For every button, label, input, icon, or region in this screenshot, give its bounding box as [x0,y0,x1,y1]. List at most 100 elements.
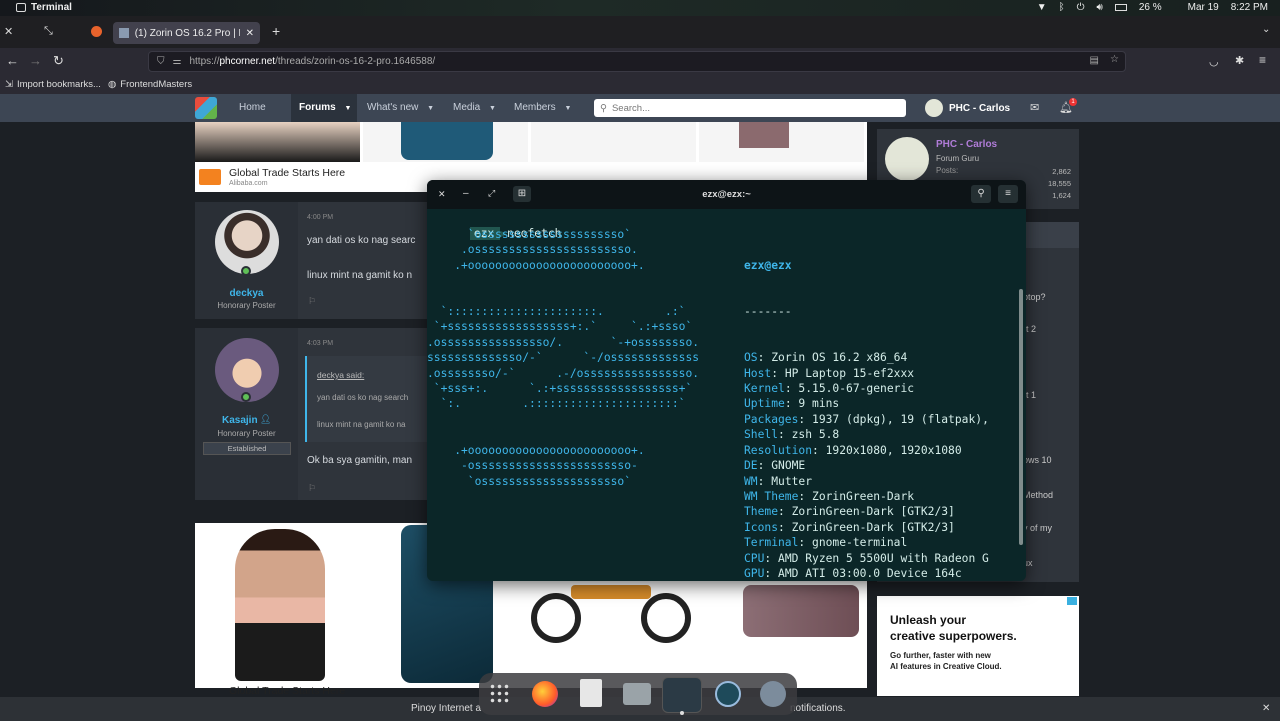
reader-view-icon[interactable]: ▤ [1090,55,1099,66]
post-line: yan dati os ko nag searc [307,235,416,246]
sysinfo-key: DE [744,459,758,473]
tab-active[interactable]: (1) Zorin OS 16.2 Pro | Pinc ✕ [113,22,260,44]
report-flag-icon[interactable]: ⚐ [308,296,316,307]
terminal-header[interactable]: ✕ – ⤢ ⊞ ezx@ezx:~ ⚲ ≡ [427,180,1026,209]
sysinfo-value: ZorinGreen-Dark [GTK2/3] [791,520,955,534]
url-text[interactable]: https://phcorner.net/threads/zorin-os-16… [189,56,435,67]
sysinfo-key: Host [744,366,772,380]
firefox-icon[interactable] [532,681,558,707]
post-author-role: Honorary Poster [217,301,276,310]
firefox-view-icon[interactable] [91,26,102,37]
back-icon[interactable]: ← [6,53,19,68]
sysinfo-row: Resolution: 1920x1080, 1920x1080 [744,443,962,457]
logo-line: .osssssssssssssssssssssso. [427,243,638,257]
logo-line [427,427,699,442]
logo-line: .ossssssssssssssso/. `-+ossssssso. [427,335,700,349]
bookmark-star-icon[interactable]: ☆ [1110,54,1119,65]
sysinfo-value: 1937 (dpkg), 19 (flatpak), [812,412,989,426]
dock [479,673,797,715]
bookmark-import[interactable]: ⇲ Import bookmarks... [5,79,101,90]
logo-line: `osssssssssssssssssssso` [427,228,632,241]
ad-choices-icon[interactable] [1067,597,1077,605]
search-icon[interactable]: ⚲ [971,185,991,203]
terminal-scrollbar[interactable] [1019,289,1023,545]
quote-author[interactable]: deckya said: [317,370,364,380]
sysinfo-value: Zorin OS 16.2 x86_64 [771,351,908,365]
files-icon[interactable] [623,683,651,705]
menu-icon[interactable]: ≡ [1259,53,1266,67]
reload-icon[interactable]: ↻ [53,53,64,69]
nav-forums[interactable]: Forums ▼ [291,94,357,122]
cloud-app-icon[interactable] [715,681,741,707]
bookmarks-bar: ⇲ Import bookmarks... ◍ FrontendMasters [0,76,1280,94]
active-app[interactable]: Terminal [16,2,72,13]
close-tab-icon[interactable]: ✕ [246,28,254,39]
sidebar-username[interactable]: PHC - Carlos [936,139,997,150]
post-author[interactable]: Kasajin [222,415,258,426]
forward-icon[interactable]: → [29,53,42,68]
nav-members[interactable]: Members ▼ [514,94,571,122]
promo-ad[interactable]: Unleash your creative superpowers. Go fu… [877,596,1079,696]
sysinfo-key: Resolution [744,443,813,457]
terminal-window[interactable]: ✕ – ⤢ ⊞ ezx@ezx:~ ⚲ ≡ ezx ▶neofetch `osss… [427,180,1026,581]
sysinfo-key: Packages [744,412,799,426]
site-logo[interactable] [195,97,217,119]
system-tray[interactable]: ▼ ᛒ ⏻ 🔊︎ 26 % Mar 19 8:22 PM [1037,2,1268,13]
account-menu[interactable]: PHC - Carlos [925,99,1010,117]
logo-line: `osssssssssssssssssssso` [427,474,632,488]
logo-line: `::::::::::::::::::::::. .:` [427,305,686,319]
settings-icon[interactable] [760,681,786,707]
site-search[interactable]: ⚲ Search... [594,99,906,117]
chevron-down-icon: ▼ [489,105,496,112]
clock-date[interactable]: Mar 19 [1188,2,1219,13]
messages-icon[interactable]: ✉ [1030,101,1039,114]
thread-link-fragment[interactable]: ptop? [1023,292,1046,302]
pocket-icon[interactable]: ◡ [1209,55,1219,68]
bookmark-frontendmasters[interactable]: ◍ FrontendMasters [108,79,192,90]
avatar[interactable] [215,210,279,274]
nav-media[interactable]: Media ▼ [453,94,496,122]
close-icon[interactable]: ✕ [1262,697,1270,721]
new-tab-icon[interactable]: + [272,23,280,39]
extensions-icon[interactable]: ✱ [1235,54,1244,67]
quote-line: linux mint na gamit ko na [317,420,406,429]
clock-time[interactable]: 8:22 PM [1231,2,1268,13]
avatar[interactable] [885,137,929,181]
post-author[interactable]: deckya [195,288,298,299]
sysinfo-row: WM: Mutter [744,474,813,488]
thread-link-fragment[interactable]: y of my [1023,523,1052,533]
tab-title: (1) Zorin OS 16.2 Pro | Pinc [134,27,240,39]
post-time[interactable]: 4:03 PM [307,340,333,347]
text-editor-icon[interactable] [580,679,602,707]
promo-headline: creative superpowers. [890,629,1017,643]
post-reply: Ok ba sya gamitin, man [307,455,413,466]
terminal-content[interactable]: ezx ▶neofetch `osssssssssssssssssssso` .o… [427,209,1026,581]
collapse-icon[interactable]: ⤡ [44,25,53,38]
bookmark-label: FrontendMasters [120,79,193,90]
post-time[interactable]: 4:00 PM [307,214,333,221]
thread-link-fragment[interactable]: ows 10 [1023,455,1052,465]
thread-link-fragment[interactable]: Method [1023,490,1053,500]
sysinfo-key: OS [744,351,758,365]
app-grid-icon[interactable] [489,683,511,705]
hamburger-menu-icon[interactable]: ≡ [998,185,1018,203]
site-info-icon[interactable]: ⚌ [173,56,182,67]
account-name: PHC - Carlos [949,102,1011,114]
notification-text: Pinoy Internet a [411,703,482,714]
terminal-icon[interactable] [662,677,702,713]
ad-product-image [531,122,696,162]
sysinfo-row: CPU: AMD Ryzen 5 5500U with Radeon G [744,551,989,565]
url-bar[interactable]: ⛉ ⚌ https://phcorner.net/threads/zorin-o… [148,51,1126,72]
active-app-label: Terminal [31,2,72,13]
nav-home[interactable]: Home [239,94,266,122]
logo-line [427,273,699,288]
sysinfo-value: Mutter [771,474,813,488]
ad-product-image [363,122,528,162]
report-flag-icon[interactable]: ⚐ [308,483,316,494]
sysinfo-key: Terminal [744,536,799,550]
nav-whats-new[interactable]: What's new ▼ [367,94,434,122]
close-window-icon[interactable]: ✕ [4,25,13,38]
tracking-shield-icon[interactable]: ⛉ [157,56,165,67]
list-tabs-icon[interactable]: ⌄ [1262,24,1270,35]
sysinfo-row: Uptime: 9 mins [744,397,840,411]
